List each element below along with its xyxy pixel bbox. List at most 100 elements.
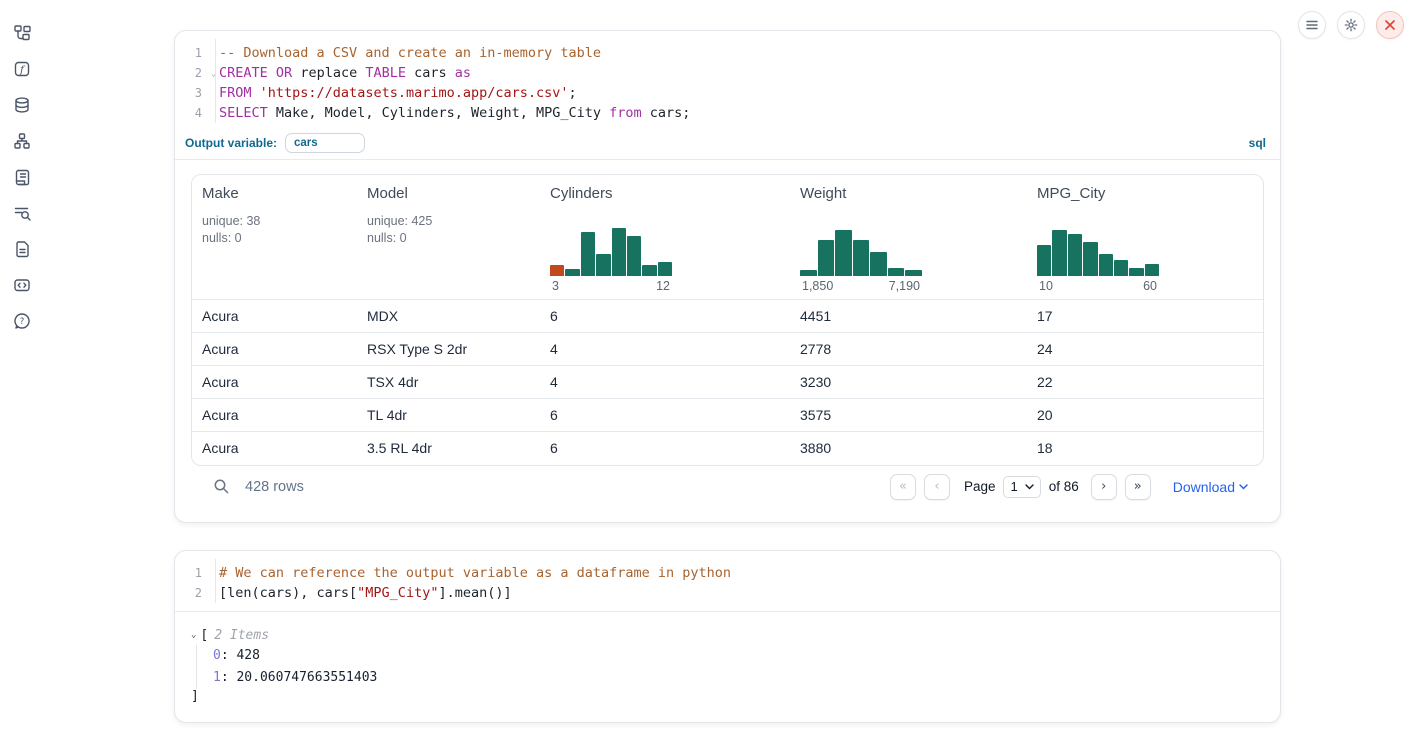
histogram-bar: [612, 228, 626, 276]
table-cell: 4451: [790, 300, 1027, 333]
hist-min-label: 3: [552, 279, 559, 293]
histogram-bar: [1114, 260, 1128, 276]
histogram-bar: [835, 230, 852, 276]
histogram-bar: [581, 232, 595, 276]
help-icon[interactable]: ?: [13, 312, 31, 330]
left-sidebar: f ?: [0, 0, 44, 729]
code-line[interactable]: 4SELECT Make, Model, Cylinders, Weight, …: [175, 103, 1280, 123]
table-cell: Acura: [192, 333, 357, 366]
tree-close-bracket: ]: [191, 689, 1264, 704]
table-cell: 22: [1027, 366, 1264, 399]
next-page-button[interactable]: ›: [1091, 474, 1117, 500]
histogram-bar: [870, 252, 887, 276]
table-cell: 2778: [790, 333, 1027, 366]
table-row: Acura3.5 RL 4dr6388018: [192, 432, 1264, 465]
logs-icon[interactable]: [13, 168, 31, 186]
table-cell: 4: [540, 333, 790, 366]
code-line[interactable]: 2⌄CREATE OR replace TABLE cars as: [175, 63, 1280, 83]
table-header-row: Make unique: 38 nulls: 0 Model: [192, 175, 1264, 300]
previous-page-button[interactable]: ‹: [924, 474, 950, 500]
table-cell: 20: [1027, 399, 1264, 432]
settings-button[interactable]: [1337, 11, 1365, 39]
tree-collapse-icon[interactable]: ⌄: [191, 630, 196, 640]
code-line[interactable]: 1# We can reference the output variable …: [175, 563, 1280, 583]
histogram-bar: [888, 268, 905, 276]
histogram-bar: [1099, 254, 1113, 276]
tree-entry: 1: 20.060747663551403: [213, 667, 1264, 689]
file-explorer-icon[interactable]: [13, 24, 31, 42]
table-footer: 428 rows « ‹ Page 1 of 86 › » Download: [191, 466, 1264, 510]
table-cell: 6: [540, 399, 790, 432]
tree-entry: 0: 428: [213, 645, 1264, 667]
histogram-bar: [1145, 264, 1159, 276]
code-line[interactable]: 1-- Download a CSV and create an in-memo…: [175, 43, 1280, 63]
table-row: AcuraTSX 4dr4323022: [192, 366, 1264, 399]
snippets-icon[interactable]: [13, 276, 31, 294]
code-text: SELECT Make, Model, Cylinders, Weight, M…: [209, 103, 690, 123]
table-cell: MDX: [357, 300, 540, 333]
python-cell: 1# We can reference the output variable …: [174, 550, 1281, 723]
table-row: AcuraMDX6445117: [192, 300, 1264, 333]
chevron-down-icon: [1025, 484, 1034, 490]
notebook-actions: [1298, 11, 1404, 39]
python-code-editor[interactable]: 1# We can reference the output variable …: [175, 551, 1280, 611]
column-header-mpg-city[interactable]: MPG_City 10 60: [1027, 175, 1264, 300]
row-count: 428 rows: [245, 479, 304, 495]
datasources-icon[interactable]: [13, 96, 31, 114]
table-cell: Acura: [192, 432, 357, 465]
cylinders-histogram[interactable]: 3 12: [550, 228, 672, 293]
download-button[interactable]: Download: [1173, 479, 1248, 495]
histogram-bar: [1083, 242, 1097, 276]
mpg-city-histogram[interactable]: 10 60: [1037, 228, 1159, 293]
hist-max-label: 12: [656, 279, 670, 293]
fold-chevron-icon[interactable]: ⌄: [211, 64, 216, 84]
histogram-bar: [905, 270, 922, 276]
table-cell: 4: [540, 366, 790, 399]
code-text: [len(cars), cars["MPG_City"].mean()]: [209, 583, 512, 603]
dependency-graph-icon[interactable]: [13, 132, 31, 150]
histogram-bar: [1052, 230, 1066, 276]
table-cell: TL 4dr: [357, 399, 540, 432]
histogram-bar: [1129, 268, 1143, 276]
menu-button[interactable]: [1298, 11, 1326, 39]
hist-min-label: 1,850: [802, 279, 833, 293]
table-cell: 3.5 RL 4dr: [357, 432, 540, 465]
data-table: Make unique: 38 nulls: 0 Model: [191, 174, 1264, 466]
code-text: CREATE OR replace TABLE cars as: [209, 63, 471, 83]
page-select[interactable]: 1: [1003, 476, 1040, 498]
weight-histogram[interactable]: 1,850 7,190: [800, 228, 922, 293]
last-page-button[interactable]: »: [1125, 474, 1151, 500]
line-number: 1: [175, 43, 209, 63]
histogram-bar: [818, 240, 835, 276]
documentation-icon[interactable]: [13, 240, 31, 258]
table-cell: 6: [540, 432, 790, 465]
histogram-bar: [800, 270, 817, 276]
shutdown-button[interactable]: [1376, 11, 1404, 39]
sql-cell-meta-row: Output variable: sql: [175, 131, 1280, 160]
column-header-cylinders[interactable]: Cylinders 3 12: [540, 175, 790, 300]
code-line[interactable]: 2[len(cars), cars["MPG_City"].mean()]: [175, 583, 1280, 603]
chevron-down-icon: [1239, 484, 1248, 490]
table-cell: 18: [1027, 432, 1264, 465]
notebook-canvas: 1-- Download a CSV and create an in-memo…: [174, 30, 1281, 723]
histogram-bar: [853, 240, 870, 276]
sql-code-editor[interactable]: 1-- Download a CSV and create an in-memo…: [175, 31, 1280, 131]
line-number: 4: [175, 103, 209, 123]
first-page-button[interactable]: «: [890, 474, 916, 500]
hist-max-label: 60: [1143, 279, 1157, 293]
table-cell: 3880: [790, 432, 1027, 465]
tree-items-count: 2 Items: [214, 628, 269, 643]
column-header-make[interactable]: Make unique: 38 nulls: 0: [192, 175, 357, 300]
tree-open-bracket: [: [200, 628, 208, 643]
column-header-weight[interactable]: Weight 1,850 7,190: [790, 175, 1027, 300]
output-variable-input[interactable]: [285, 133, 365, 153]
pagination: « ‹ Page 1 of 86 › » Download: [890, 474, 1248, 500]
search-icon[interactable]: [213, 478, 230, 495]
code-line[interactable]: 3FROM 'https://datasets.marimo.app/cars.…: [175, 83, 1280, 103]
tracing-icon[interactable]: [13, 204, 31, 222]
functions-icon[interactable]: f: [13, 60, 31, 78]
column-header-model[interactable]: Model unique: 425 nulls: 0: [357, 175, 540, 300]
table-row: AcuraRSX Type S 2dr4277824: [192, 333, 1264, 366]
table-cell: 24: [1027, 333, 1264, 366]
histogram-bar: [642, 265, 656, 276]
